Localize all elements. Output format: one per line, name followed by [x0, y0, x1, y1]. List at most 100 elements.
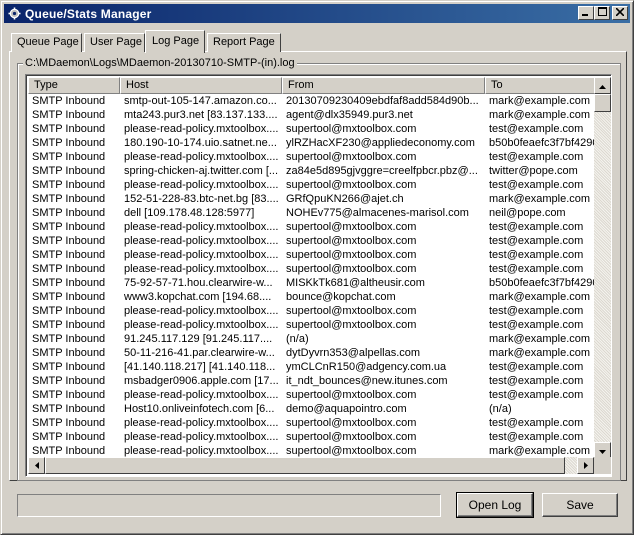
row-type-cell: SMTP Inbound	[32, 291, 106, 303]
row-type-cell: SMTP Inbound	[32, 165, 106, 177]
row-to-cell: test@example.com	[489, 305, 584, 317]
row-to-cell: mark@example.com	[489, 291, 591, 303]
table-row[interactable]: SMTP Inbound mta243.pur3.net [83.137.133.…	[28, 108, 594, 122]
arrow-right-icon	[583, 460, 588, 472]
table-row[interactable]: SMTP Inbound [41.140.118.217] [41.140.118…	[28, 360, 594, 374]
table-row[interactable]: SMTP Inbound please-read-policy.mxtoolbox…	[28, 318, 594, 332]
table-row[interactable]: SMTP Inbound 50-11-216-41.par.clearwire-w…	[28, 346, 594, 360]
log-file-path: C:\MDaemon\Logs\MDaemon-20130710-SMTP-(i…	[23, 57, 297, 69]
close-button[interactable]	[612, 6, 628, 20]
row-to-cell: mark@example.com	[489, 95, 591, 107]
table-row[interactable]: SMTP Inbound please-read-policy.mxtoolbox…	[28, 178, 594, 192]
scroll-right-button[interactable]	[577, 457, 594, 474]
table-row[interactable]: SMTP Inbound dell [109.178.48.128:5977] NO…	[28, 206, 594, 220]
table-row[interactable]: SMTP Inbound please-read-policy.mxtoolbox…	[28, 234, 594, 248]
tab-user-page[interactable]: User Page	[84, 33, 145, 52]
scroll-up-button[interactable]	[594, 77, 611, 94]
vertical-scrollbar[interactable]	[594, 77, 611, 459]
title-bar[interactable]: Queue/Stats Manager	[4, 4, 630, 23]
row-from-cell: supertool@mxtoolbox.com	[286, 179, 417, 191]
table-row[interactable]: SMTP Inbound Host10.onliveinfotech.com [6…	[28, 402, 594, 416]
window-title: Queue/Stats Manager	[25, 6, 152, 21]
row-host-cell: please-read-policy.mxtoolbox....	[124, 263, 279, 275]
table-row[interactable]: SMTP Inbound please-read-policy.mxtoolbox…	[28, 248, 594, 262]
log-list[interactable]: Type Host From To SMTP Inbound smtp-out-1…	[25, 74, 612, 477]
row-host-cell: 91.245.117.129 [91.245.117....	[124, 333, 273, 345]
row-from-cell: supertool@mxtoolbox.com	[286, 417, 417, 429]
row-from-cell: MISKkTk681@altheusir.com	[286, 277, 425, 289]
table-row[interactable]: SMTP Inbound msbadger0906.apple.com [17..…	[28, 374, 594, 388]
row-from-cell: NOHEv775@almacenes-marisol.com	[286, 207, 469, 219]
row-to-cell: test@example.com	[489, 249, 584, 261]
table-row[interactable]: SMTP Inbound 152-51-228-83.btc-net.bg [83…	[28, 192, 594, 206]
row-type-cell: SMTP Inbound	[32, 263, 106, 275]
row-to-cell: test@example.com	[489, 151, 584, 163]
row-type-cell: SMTP Inbound	[32, 193, 106, 205]
column-header-to[interactable]: To	[485, 77, 594, 94]
maximize-button[interactable]	[594, 6, 610, 20]
table-row[interactable]: SMTP Inbound please-read-policy.mxtoolbox…	[28, 388, 594, 402]
table-row[interactable]: SMTP Inbound please-read-policy.mxtoolbox…	[28, 444, 594, 458]
column-header-from[interactable]: From	[282, 77, 485, 94]
row-host-cell: please-read-policy.mxtoolbox....	[124, 123, 279, 135]
table-row[interactable]: SMTP Inbound spring-chicken-aj.twitter.co…	[28, 164, 594, 178]
table-row[interactable]: SMTP Inbound please-read-policy.mxtoolbox…	[28, 122, 594, 136]
row-host-cell: Host10.onliveinfotech.com [6...	[124, 403, 275, 415]
row-host-cell: please-read-policy.mxtoolbox....	[124, 319, 279, 331]
table-row[interactable]: SMTP Inbound smtp-out-105-147.amazon.co..…	[28, 94, 594, 108]
row-to-cell: test@example.com	[489, 179, 584, 191]
minimize-button[interactable]	[578, 6, 594, 20]
horizontal-scrollbar[interactable]	[28, 457, 594, 474]
row-from-cell: supertool@mxtoolbox.com	[286, 221, 417, 233]
save-button[interactable]: Save	[542, 493, 618, 517]
table-row[interactable]: SMTP Inbound 91.245.117.129 [91.245.117..…	[28, 332, 594, 346]
tab-queue-page[interactable]: Queue Page	[11, 33, 82, 52]
table-row[interactable]: SMTP Inbound please-read-policy.mxtoolbox…	[28, 430, 594, 444]
vertical-scroll-thumb[interactable]	[594, 94, 611, 112]
table-row[interactable]: SMTP Inbound 75-92-57-71.hou.clearwire-w.…	[28, 276, 594, 290]
table-row[interactable]: SMTP Inbound please-read-policy.mxtoolbox…	[28, 262, 594, 276]
row-type-cell: SMTP Inbound	[32, 235, 106, 247]
tab-report-page[interactable]: Report Page	[207, 33, 281, 52]
row-from-cell: supertool@mxtoolbox.com	[286, 123, 417, 135]
row-host-cell: please-read-policy.mxtoolbox....	[124, 249, 279, 261]
row-type-cell: SMTP Inbound	[32, 277, 106, 289]
horizontal-scroll-thumb[interactable]	[45, 457, 565, 474]
row-from-cell: supertool@mxtoolbox.com	[286, 151, 417, 163]
row-host-cell: please-read-policy.mxtoolbox....	[124, 221, 279, 233]
row-type-cell: SMTP Inbound	[32, 431, 106, 443]
table-row[interactable]: SMTP Inbound 180.190-10-174.uio.satnet.ne…	[28, 136, 594, 150]
table-row[interactable]: SMTP Inbound please-read-policy.mxtoolbox…	[28, 220, 594, 234]
open-log-button[interactable]: Open Log	[456, 492, 534, 518]
row-type-cell: SMTP Inbound	[32, 137, 106, 149]
table-row[interactable]: SMTP Inbound www3.kopchat.com [194.68....…	[28, 290, 594, 304]
row-type-cell: SMTP Inbound	[32, 109, 106, 121]
table-row[interactable]: SMTP Inbound please-read-policy.mxtoolbox…	[28, 150, 594, 164]
row-type-cell: SMTP Inbound	[32, 403, 106, 415]
list-body: SMTP Inbound smtp-out-105-147.amazon.co..…	[28, 94, 594, 458]
main-window: Queue/Stats Manager Queue Page User Page	[0, 0, 634, 535]
column-header-type[interactable]: Type	[28, 77, 120, 94]
arrow-left-icon	[34, 460, 39, 472]
row-host-cell: 75-92-57-71.hou.clearwire-w...	[124, 277, 273, 289]
maximize-icon	[597, 7, 607, 19]
row-from-cell: supertool@mxtoolbox.com	[286, 319, 417, 331]
row-type-cell: SMTP Inbound	[32, 221, 106, 233]
tab-log-page[interactable]: Log Page	[145, 30, 205, 53]
row-from-cell: ylRZHacXF230@appliedeconomy.com	[286, 137, 475, 149]
row-to-cell: mark@example.com	[489, 347, 591, 359]
row-to-cell: neil@pope.com	[489, 207, 566, 219]
row-from-cell: supertool@mxtoolbox.com	[286, 445, 417, 457]
table-row[interactable]: SMTP Inbound please-read-policy.mxtoolbox…	[28, 304, 594, 318]
status-field	[17, 494, 441, 517]
gear-icon	[7, 7, 21, 21]
table-row[interactable]: SMTP Inbound please-read-policy.mxtoolbox…	[28, 416, 594, 430]
row-host-cell: please-read-policy.mxtoolbox....	[124, 179, 279, 191]
row-from-cell: 20130709230409ebdfaf8add584d90b...	[286, 95, 479, 107]
scroll-left-button[interactable]	[28, 457, 45, 474]
column-header-host[interactable]: Host	[120, 77, 282, 94]
row-host-cell: please-read-policy.mxtoolbox....	[124, 389, 279, 401]
row-type-cell: SMTP Inbound	[32, 361, 106, 373]
row-host-cell: mta243.pur3.net [83.137.133....	[124, 109, 278, 121]
row-from-cell: supertool@mxtoolbox.com	[286, 249, 417, 261]
